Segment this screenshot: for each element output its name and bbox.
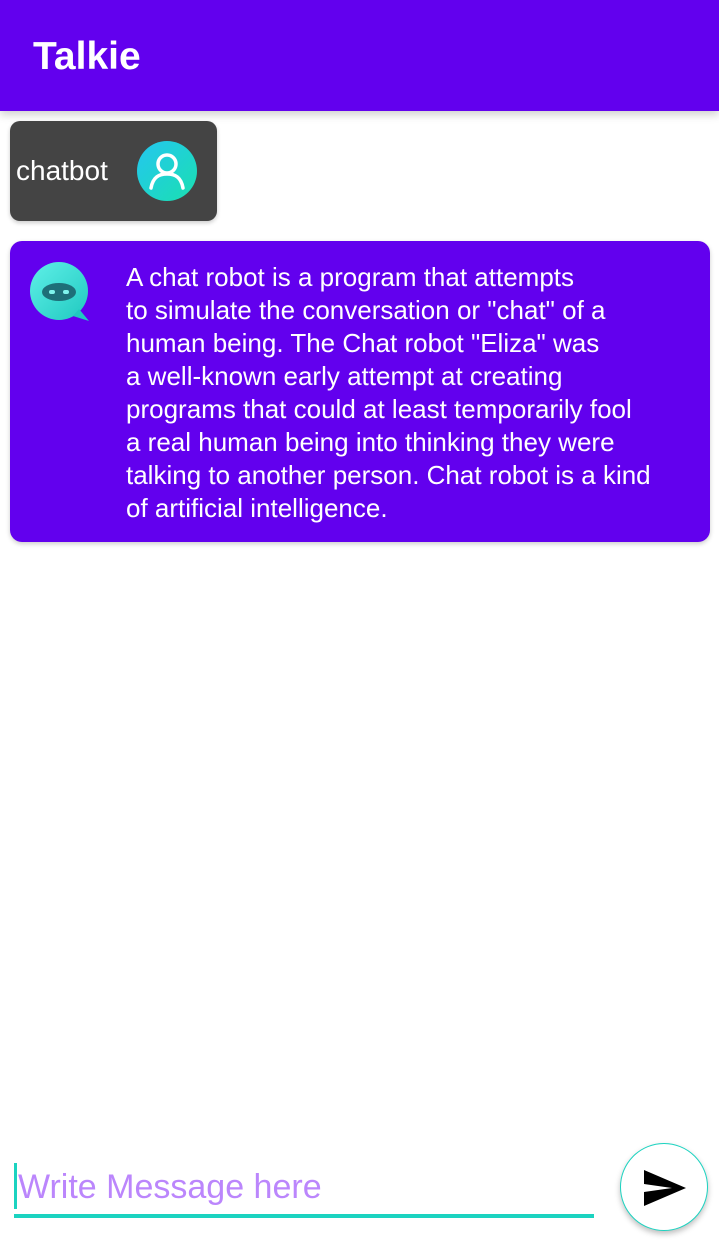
user-avatar-icon bbox=[137, 141, 197, 201]
message-input[interactable] bbox=[14, 1160, 594, 1218]
bot-message-text: A chat robot is a program that attempts … bbox=[126, 262, 651, 523]
app-title: Talkie bbox=[33, 35, 141, 78]
text-cursor bbox=[14, 1163, 17, 1209]
app-bar: Talkie bbox=[0, 0, 719, 111]
robot-avatar-icon bbox=[30, 262, 89, 321]
user-message-bubble: chatbot bbox=[10, 121, 217, 221]
chat-screen: Talkie chatbot A chat robot is a program… bbox=[0, 0, 719, 1242]
send-icon bbox=[644, 1170, 686, 1206]
user-message-text: chatbot bbox=[16, 155, 108, 186]
send-button[interactable] bbox=[620, 1143, 708, 1231]
bot-message-bubble: A chat robot is a program that attempts … bbox=[10, 241, 710, 542]
